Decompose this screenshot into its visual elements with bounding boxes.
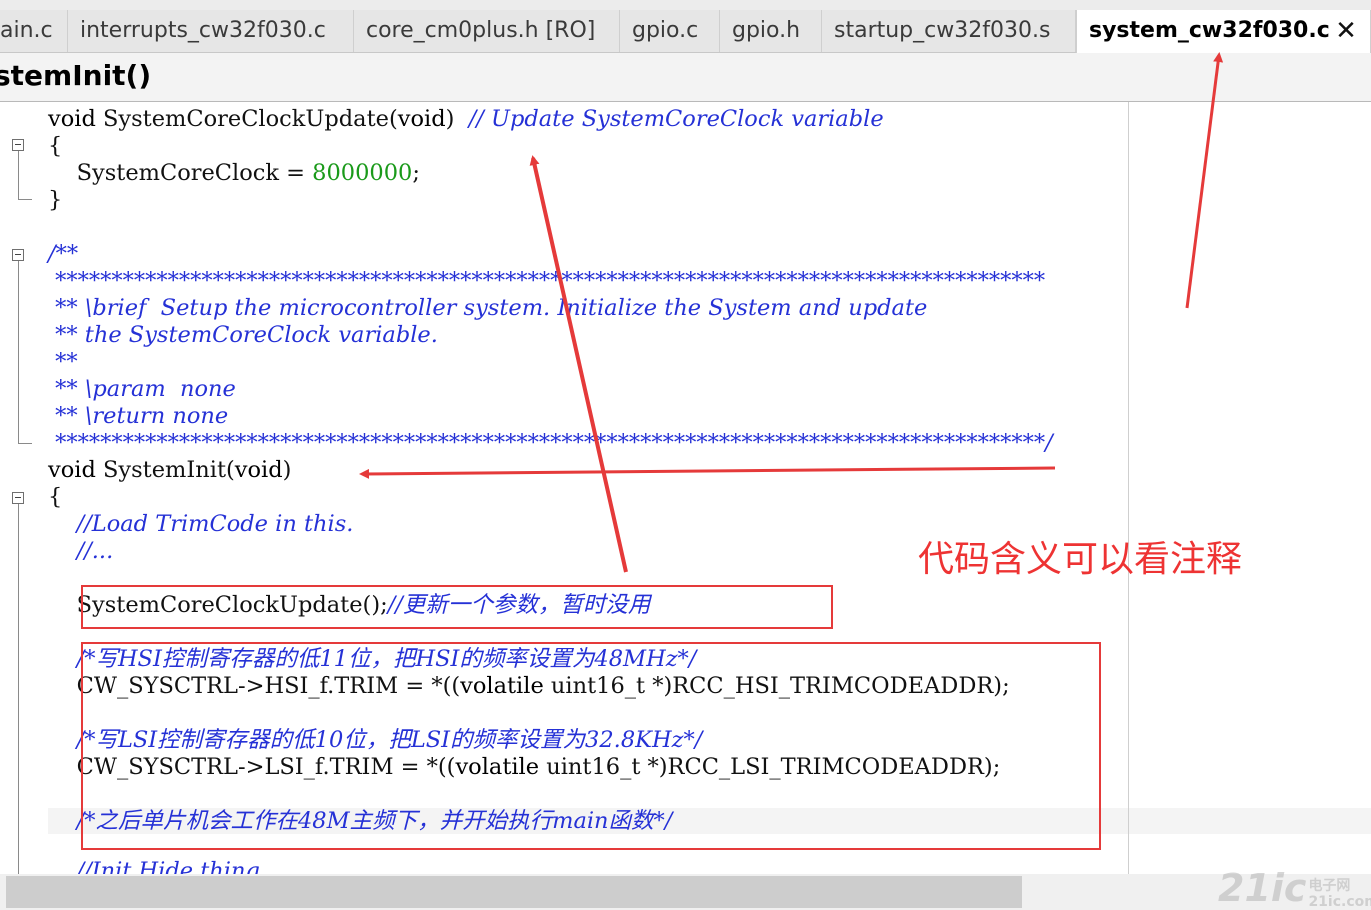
scrollbar-thumb[interactable] [6,876,1022,908]
arrow-to-active-tab [1185,52,1224,309]
arrow-to-systeminit [359,466,1056,479]
watermark-logo: 21ic电子网21ic.com [1218,866,1371,910]
annotation-arrows [359,52,1224,573]
horizontal-scrollbar[interactable] [0,874,1371,910]
editor-window: ain.c interrupts_cw32f030.c core_cm0plus… [0,0,1371,910]
arrow-to-update-function [529,155,628,573]
